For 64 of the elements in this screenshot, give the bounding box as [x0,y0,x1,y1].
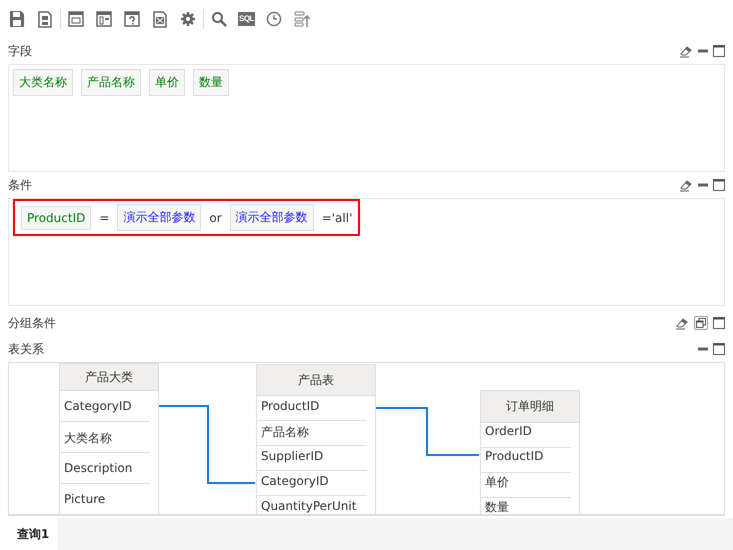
eraser-button[interactable] [679,44,693,58]
operator-text: = [99,210,110,224]
table-title: 订单明细 [481,391,579,423]
export-icon [152,10,168,28]
table-column[interactable]: SupplierID [257,446,367,471]
query-tab[interactable]: 查询1 [8,518,58,550]
clock-button[interactable] [264,9,283,29]
settings-button[interactable] [179,9,197,29]
sort-icon [294,10,310,28]
table-node[interactable]: 产品表 ProductID 产品名称 SupplierID CategoryID QuantityPerUnit [256,364,376,514]
table-column[interactable]: 单价 [481,473,571,498]
field-chip[interactable]: 单价 [149,69,185,96]
table-column[interactable]: OrderID [481,423,571,448]
operator-text: ='all' [322,210,352,224]
field-chip[interactable]: 数量 [193,69,229,96]
table-title: 产品表 [257,365,375,396]
help-icon [124,10,140,28]
maximize-button[interactable] [713,343,725,355]
save-icon [9,10,25,28]
section-title: 字段 [8,42,32,60]
section-title: 表关系 [8,340,44,358]
save-button[interactable] [8,9,26,29]
section-title: 条件 [8,176,32,194]
table-node[interactable]: 产品大类 CategoryID 大类名称 Description Picture [59,363,159,514]
maximize-button[interactable] [713,179,725,191]
sort-button[interactable] [292,9,311,29]
minimize-button[interactable] [698,347,708,351]
search-icon [211,10,227,28]
sql-button[interactable]: SQL [238,12,255,26]
table-node[interactable]: 订单明细 OrderID ProductID 单价 数量 [480,390,580,514]
table-column[interactable]: 大类名称 [60,422,150,453]
window-layout-icon [68,10,84,28]
table-title: 产品大类 [60,364,158,391]
parameter-chip[interactable]: 演示全部参数 [117,204,202,231]
table-column[interactable]: Picture [60,484,150,514]
table-column[interactable]: CategoryID [257,471,367,496]
eraser-button[interactable] [679,178,693,192]
save-as-button[interactable] [36,9,54,29]
export-button[interactable] [151,9,169,29]
help-form-button[interactable] [123,9,141,29]
table-column[interactable]: CategoryID [60,391,150,422]
table-column[interactable]: ProductID [257,396,367,421]
eraser-button[interactable] [675,316,689,330]
parameter-chip[interactable]: 演示全部参数 [230,204,314,231]
table-column[interactable]: ProductID [481,448,571,473]
document-save-icon [37,10,53,28]
field-chip[interactable]: 产品名称 [81,69,141,96]
maximize-button[interactable] [713,45,725,57]
clock-icon [266,10,282,28]
section-title: 分组条件 [8,314,56,332]
search-button[interactable] [210,9,228,29]
maximize-button[interactable] [713,317,725,329]
operator-text: or [209,210,222,224]
field-chip[interactable]: ProductID [21,206,92,230]
table-column[interactable]: Description [60,453,150,484]
layout-side-button[interactable] [95,9,113,29]
minimize-button[interactable] [698,183,708,187]
layout-top-button[interactable] [67,9,85,29]
form-layout-icon [96,10,112,28]
restore-button[interactable] [694,316,708,330]
field-chip[interactable]: 大类名称 [13,69,73,96]
minimize-button[interactable] [698,49,708,53]
table-column[interactable]: 产品名称 [257,421,367,446]
settings-icon [180,10,196,28]
